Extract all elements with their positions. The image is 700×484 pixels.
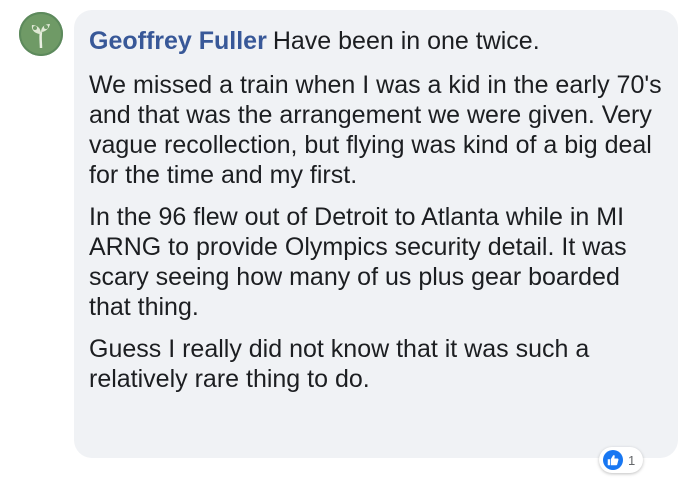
avatar-plant-icon [19,12,63,56]
comment-paragraph-2: In the 96 flew out of Detroit to Atlanta… [89,203,627,321]
avatar[interactable] [19,12,63,56]
comment-bubble: Geoffrey Fuller Have been in one twice. W… [74,10,678,458]
thumbs-up-icon [603,450,623,470]
comment-paragraph-1: We missed a train when I was a kid in th… [89,71,662,189]
author-name-link[interactable]: Geoffrey Fuller [89,27,267,55]
reaction-count: 1 [628,452,636,468]
comment-paragraph-3: Guess I really did not know that it was … [89,335,590,393]
comment-first-line-text: Have been in one twice. [272,27,540,55]
reaction-summary[interactable]: 1 [599,447,644,473]
comment-first-line: Geoffrey Fuller Have been in one twice. [89,24,664,58]
